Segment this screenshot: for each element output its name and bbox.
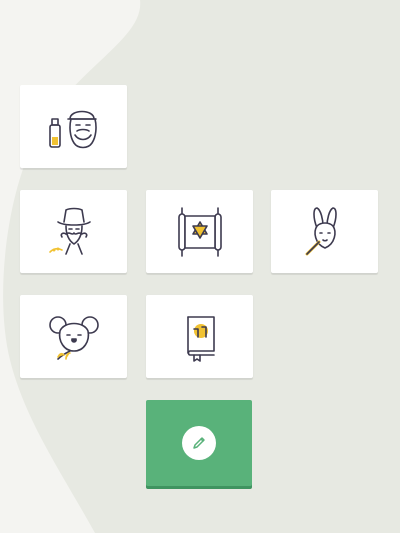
hebrew-book-icon (186, 315, 215, 362)
sticker-card-cowboy[interactable] (20, 190, 127, 273)
sticker-card-koala[interactable] (20, 295, 127, 378)
create-sticker-button[interactable] (146, 400, 252, 486)
sticker-card-kangaroo[interactable] (271, 190, 378, 273)
edit-circle (182, 426, 216, 460)
cowboy-with-mustache-icon (48, 207, 91, 255)
sticker-card-hebrew-book[interactable] (146, 295, 253, 378)
pencil-icon (193, 437, 205, 449)
torah-scroll-star-of-david-icon (177, 206, 222, 257)
sticker-card-torah-scroll[interactable] (146, 190, 253, 273)
sticker-card-bearded-man[interactable] (20, 85, 127, 168)
koala-with-eucalyptus-icon (48, 315, 99, 360)
bearded-man-with-bottle-icon (48, 110, 97, 148)
kangaroo-with-wheat-icon (305, 206, 337, 255)
